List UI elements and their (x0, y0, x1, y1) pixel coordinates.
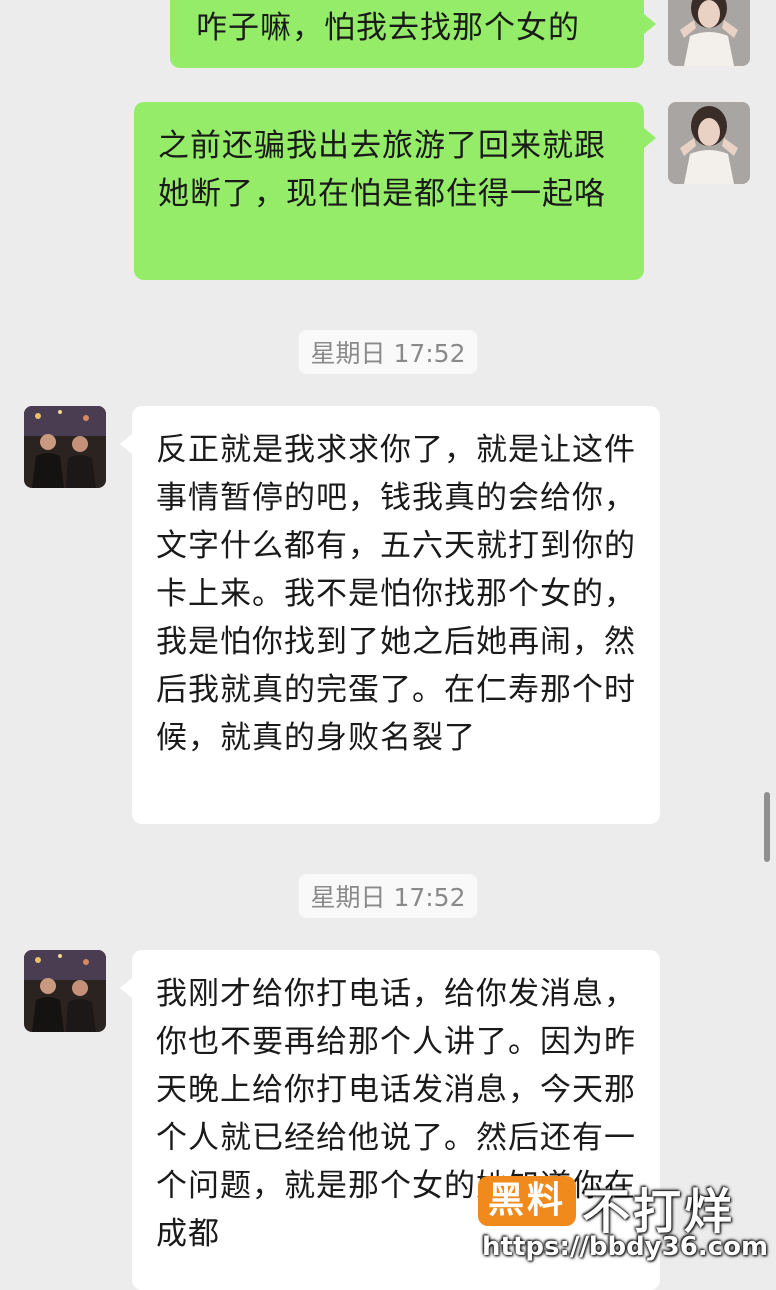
sent-message-bubble[interactable]: 之前还骗我出去旅游了回来就跟她断了，现在怕是都住得一起咯 (134, 102, 644, 280)
group-photo-avatar-image (24, 950, 106, 1032)
bride-avatar-image (668, 0, 750, 66)
bubble-tail (120, 978, 132, 998)
bride-avatar[interactable] (668, 102, 750, 184)
bride-avatar-image (668, 102, 750, 184)
bubble-tail (120, 434, 132, 454)
group-photo-avatar-image (24, 406, 106, 488)
chat-message-list[interactable]: 咋子嘛，怕我去找那个女的 之前还骗我出去旅游了回来就跟她断了，现在怕是都住得一起… (0, 0, 776, 1290)
message-timestamp: 星期日 17:52 (298, 330, 478, 374)
scrollbar-thumb[interactable] (764, 792, 770, 862)
watermark: 黑料 不打烊 https://bbdy36.com (476, 1168, 768, 1274)
bride-avatar[interactable] (668, 0, 750, 66)
group-photo-avatar[interactable] (24, 950, 106, 1032)
sent-message-bubble[interactable]: 咋子嘛，怕我去找那个女的 (170, 0, 644, 68)
watermark-badge: 黑料 (478, 1176, 576, 1226)
message-text: 咋子嘛，怕我去找那个女的 (196, 10, 580, 46)
message-text: 之前还骗我出去旅游了回来就跟她断了，现在怕是都住得一起咯 (158, 128, 606, 212)
bubble-tail (644, 14, 656, 34)
bubble-tail (644, 128, 656, 148)
group-photo-avatar[interactable] (24, 406, 106, 488)
received-message-bubble[interactable]: 反正就是我求求你了，就是让这件事情暂停的吧，钱我真的会给你，文字什么都有，五六天… (132, 406, 660, 824)
watermark-url: https://bbdy36.com (482, 1232, 769, 1262)
message-timestamp: 星期日 17:52 (298, 874, 478, 918)
message-text: 反正就是我求求你了，就是让这件事情暂停的吧，钱我真的会给你，文字什么都有，五六天… (156, 432, 636, 756)
